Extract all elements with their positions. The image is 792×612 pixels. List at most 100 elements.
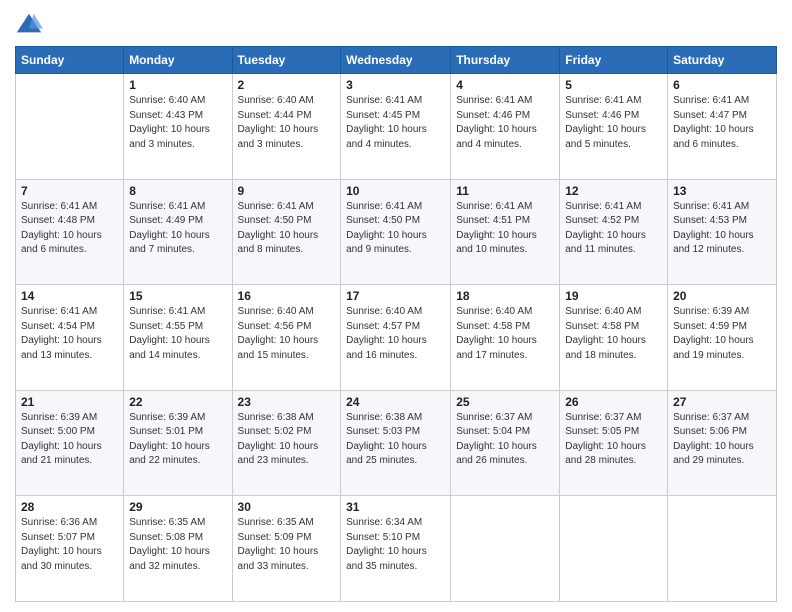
day-info: Sunrise: 6:41 AM Sunset: 4:55 PM Dayligh… (129, 305, 226, 363)
day-info: Sunrise: 6:41 AM Sunset: 4:52 PM Dayligh… (565, 200, 662, 258)
day-info: Sunrise: 6:35 AM Sunset: 5:09 PM Dayligh… (238, 516, 336, 574)
calendar-cell: 13 Sunrise: 6:41 AM Sunset: 4:53 PM Dayli… (668, 179, 777, 285)
calendar-cell: 8Sunrise: 6:41 AM Sunset: 4:49 PM Daylig… (124, 179, 232, 285)
header-cell-thursday: Thursday (451, 47, 560, 74)
calendar-cell: 2 Sunrise: 6:40 AM Sunset: 4:44 PM Daylig… (232, 74, 341, 180)
header-cell-friday: Friday (560, 47, 668, 74)
calendar-cell: 5 Sunrise: 6:41 AM Sunset: 4:46 PM Daylig… (560, 74, 668, 180)
header-cell-tuesday: Tuesday (232, 47, 341, 74)
calendar-cell: 15 Sunrise: 6:41 AM Sunset: 4:55 PM Dayli… (124, 285, 232, 391)
day-number: 30 (238, 500, 336, 514)
day-info: Sunrise: 6:41 AM Sunset: 4:51 PM Dayligh… (456, 200, 554, 258)
logo (15, 10, 45, 38)
day-info: Sunrise: 6:41 AM Sunset: 4:47 PM Dayligh… (673, 94, 771, 152)
day-number: 4 (456, 78, 554, 92)
calendar-cell: 31Sunrise: 6:34 AM Sunset: 5:10 PM Dayli… (341, 496, 451, 602)
day-number: 26 (565, 395, 662, 409)
page: SundayMondayTuesdayWednesdayThursdayFrid… (0, 0, 792, 612)
day-info: Sunrise: 6:38 AM Sunset: 5:03 PM Dayligh… (346, 411, 445, 469)
day-info: Sunrise: 6:40 AM Sunset: 4:57 PM Dayligh… (346, 305, 445, 363)
day-number: 12 (565, 184, 662, 198)
day-info: Sunrise: 6:41 AM Sunset: 4:46 PM Dayligh… (565, 94, 662, 152)
calendar-cell (451, 496, 560, 602)
calendar-cell: 7 Sunrise: 6:41 AM Sunset: 4:48 PM Daylig… (16, 179, 124, 285)
day-info: Sunrise: 6:37 AM Sunset: 5:05 PM Dayligh… (565, 411, 662, 469)
calendar-cell: 3 Sunrise: 6:41 AM Sunset: 4:45 PM Daylig… (341, 74, 451, 180)
calendar-week-row: 1 Sunrise: 6:40 AM Sunset: 4:43 PM Daylig… (16, 74, 777, 180)
day-number: 1 (129, 78, 226, 92)
day-number: 25 (456, 395, 554, 409)
calendar-cell: 30 Sunrise: 6:35 AM Sunset: 5:09 PM Dayli… (232, 496, 341, 602)
calendar-cell: 19 Sunrise: 6:40 AM Sunset: 4:58 PM Dayli… (560, 285, 668, 391)
calendar-cell (668, 496, 777, 602)
day-info: Sunrise: 6:40 AM Sunset: 4:58 PM Dayligh… (456, 305, 554, 363)
day-info: Sunrise: 6:41 AM Sunset: 4:53 PM Dayligh… (673, 200, 771, 258)
day-info: Sunrise: 6:40 AM Sunset: 4:43 PM Dayligh… (129, 94, 226, 152)
calendar-cell: 10Sunrise: 6:41 AM Sunset: 4:50 PM Dayli… (341, 179, 451, 285)
calendar-body: 1 Sunrise: 6:40 AM Sunset: 4:43 PM Daylig… (16, 74, 777, 602)
calendar-week-row: 7 Sunrise: 6:41 AM Sunset: 4:48 PM Daylig… (16, 179, 777, 285)
day-number: 29 (129, 500, 226, 514)
day-number: 6 (673, 78, 771, 92)
calendar-cell: 16 Sunrise: 6:40 AM Sunset: 4:56 PM Dayli… (232, 285, 341, 391)
day-info: Sunrise: 6:40 AM Sunset: 4:56 PM Dayligh… (238, 305, 336, 363)
day-number: 10 (346, 184, 445, 198)
header-cell-saturday: Saturday (668, 47, 777, 74)
calendar-cell: 21Sunrise: 6:39 AM Sunset: 5:00 PM Dayli… (16, 390, 124, 496)
day-number: 23 (238, 395, 336, 409)
calendar-cell: 12 Sunrise: 6:41 AM Sunset: 4:52 PM Dayli… (560, 179, 668, 285)
day-info: Sunrise: 6:40 AM Sunset: 4:58 PM Dayligh… (565, 305, 662, 363)
day-info: Sunrise: 6:38 AM Sunset: 5:02 PM Dayligh… (238, 411, 336, 469)
day-number: 9 (238, 184, 336, 198)
day-info: Sunrise: 6:41 AM Sunset: 4:48 PM Dayligh… (21, 200, 118, 258)
day-info: Sunrise: 6:41 AM Sunset: 4:49 PM Dayligh… (129, 200, 226, 258)
calendar-week-row: 21Sunrise: 6:39 AM Sunset: 5:00 PM Dayli… (16, 390, 777, 496)
day-info: Sunrise: 6:37 AM Sunset: 5:06 PM Dayligh… (673, 411, 771, 469)
day-number: 22 (129, 395, 226, 409)
header-cell-sunday: Sunday (16, 47, 124, 74)
header (15, 10, 777, 38)
day-number: 3 (346, 78, 445, 92)
day-number: 17 (346, 289, 445, 303)
calendar-cell: 20Sunrise: 6:39 AM Sunset: 4:59 PM Dayli… (668, 285, 777, 391)
calendar-cell: 28 Sunrise: 6:36 AM Sunset: 5:07 PM Dayli… (16, 496, 124, 602)
day-number: 24 (346, 395, 445, 409)
calendar-cell (560, 496, 668, 602)
day-number: 2 (238, 78, 336, 92)
day-info: Sunrise: 6:39 AM Sunset: 5:00 PM Dayligh… (21, 411, 118, 469)
logo-icon (15, 10, 43, 38)
calendar-header-row: SundayMondayTuesdayWednesdayThursdayFrid… (16, 47, 777, 74)
header-cell-monday: Monday (124, 47, 232, 74)
day-info: Sunrise: 6:36 AM Sunset: 5:07 PM Dayligh… (21, 516, 118, 574)
day-number: 28 (21, 500, 118, 514)
header-cell-wednesday: Wednesday (341, 47, 451, 74)
day-number: 13 (673, 184, 771, 198)
day-info: Sunrise: 6:41 AM Sunset: 4:54 PM Dayligh… (21, 305, 118, 363)
calendar-cell: 29Sunrise: 6:35 AM Sunset: 5:08 PM Dayli… (124, 496, 232, 602)
calendar-cell: 1 Sunrise: 6:40 AM Sunset: 4:43 PM Daylig… (124, 74, 232, 180)
day-number: 19 (565, 289, 662, 303)
day-number: 16 (238, 289, 336, 303)
day-number: 15 (129, 289, 226, 303)
calendar-cell: 24 Sunrise: 6:38 AM Sunset: 5:03 PM Dayli… (341, 390, 451, 496)
day-number: 7 (21, 184, 118, 198)
day-number: 11 (456, 184, 554, 198)
calendar-cell: 25Sunrise: 6:37 AM Sunset: 5:04 PM Dayli… (451, 390, 560, 496)
calendar-cell: 14 Sunrise: 6:41 AM Sunset: 4:54 PM Dayli… (16, 285, 124, 391)
day-number: 27 (673, 395, 771, 409)
calendar-cell: 11 Sunrise: 6:41 AM Sunset: 4:51 PM Dayli… (451, 179, 560, 285)
calendar-cell: 26 Sunrise: 6:37 AM Sunset: 5:05 PM Dayli… (560, 390, 668, 496)
day-number: 14 (21, 289, 118, 303)
calendar-cell: 6 Sunrise: 6:41 AM Sunset: 4:47 PM Daylig… (668, 74, 777, 180)
calendar-cell: 27 Sunrise: 6:37 AM Sunset: 5:06 PM Dayli… (668, 390, 777, 496)
calendar-cell (16, 74, 124, 180)
day-info: Sunrise: 6:40 AM Sunset: 4:44 PM Dayligh… (238, 94, 336, 152)
day-number: 5 (565, 78, 662, 92)
day-info: Sunrise: 6:34 AM Sunset: 5:10 PM Dayligh… (346, 516, 445, 574)
day-info: Sunrise: 6:41 AM Sunset: 4:45 PM Dayligh… (346, 94, 445, 152)
day-info: Sunrise: 6:41 AM Sunset: 4:46 PM Dayligh… (456, 94, 554, 152)
day-number: 20 (673, 289, 771, 303)
calendar-week-row: 28 Sunrise: 6:36 AM Sunset: 5:07 PM Dayli… (16, 496, 777, 602)
day-number: 18 (456, 289, 554, 303)
calendar-cell: 18 Sunrise: 6:40 AM Sunset: 4:58 PM Dayli… (451, 285, 560, 391)
